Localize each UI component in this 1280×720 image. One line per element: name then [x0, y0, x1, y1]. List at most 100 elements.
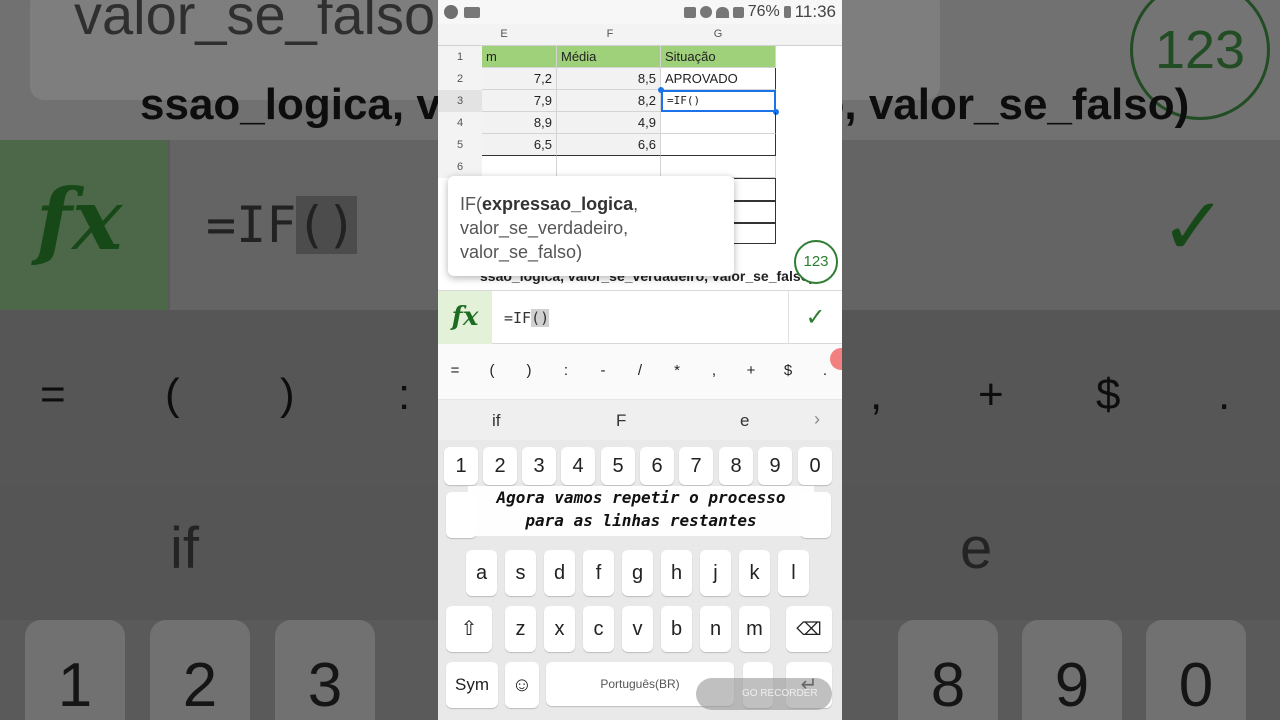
- key-g[interactable]: g: [622, 550, 653, 596]
- row-number[interactable]: 1: [438, 46, 482, 68]
- cell-e2[interactable]: 7,2: [482, 68, 557, 90]
- key-k[interactable]: k: [739, 550, 770, 596]
- suggestion[interactable]: e: [740, 411, 749, 431]
- key-l[interactable]: l: [778, 550, 809, 596]
- battery-percent: 76%: [747, 3, 780, 20]
- table-line: [734, 200, 776, 202]
- caption-line-1: Agora vamos repetir o processo: [496, 488, 786, 507]
- cell-e5[interactable]: 6,5: [482, 134, 557, 156]
- column-header-e[interactable]: E: [494, 28, 514, 40]
- row-number[interactable]: 3: [438, 90, 482, 112]
- cell-g4[interactable]: [661, 112, 776, 134]
- cell-e3[interactable]: 7,9: [482, 90, 557, 112]
- cell-f4[interactable]: 4,9: [557, 112, 661, 134]
- key-b[interactable]: b: [661, 606, 692, 652]
- suggestion[interactable]: F: [616, 411, 626, 431]
- key-x[interactable]: x: [544, 606, 575, 652]
- key-8[interactable]: 8: [719, 447, 753, 485]
- key-9[interactable]: 9: [758, 447, 792, 485]
- row-number[interactable]: 2: [438, 68, 482, 90]
- key-1[interactable]: 1: [444, 447, 478, 485]
- symbol-key-plus[interactable]: +: [739, 362, 763, 379]
- formula-input[interactable]: =IF(): [504, 309, 550, 327]
- tooltip-arg2: valor_se_verdadeiro,: [460, 218, 629, 238]
- row-number[interactable]: 5: [438, 134, 482, 156]
- number-badge[interactable]: 123: [794, 240, 838, 284]
- row-number[interactable]: 4: [438, 112, 482, 134]
- key-5[interactable]: 5: [601, 447, 635, 485]
- emoji-icon[interactable]: ☺: [505, 662, 539, 708]
- column-header-f[interactable]: F: [598, 28, 622, 40]
- alarm-icon: [699, 6, 712, 18]
- key-c[interactable]: c: [583, 606, 614, 652]
- signal-icon: [732, 6, 744, 18]
- cell-e1[interactable]: m: [482, 46, 557, 68]
- key-d[interactable]: d: [544, 550, 575, 596]
- key-n[interactable]: n: [700, 606, 731, 652]
- key-v[interactable]: v: [622, 606, 653, 652]
- cell-e4[interactable]: 8,9: [482, 112, 557, 134]
- video-caption: Agora vamos repetir o processo para as l…: [468, 486, 814, 536]
- cast-icon: [683, 6, 696, 18]
- cell-f3[interactable]: 8,2: [557, 90, 661, 112]
- confirm-check-icon[interactable]: ✓: [788, 291, 842, 345]
- key-7[interactable]: 7: [679, 447, 713, 485]
- cell-g1[interactable]: Situação: [661, 46, 776, 68]
- cell-f1[interactable]: Média: [557, 46, 661, 68]
- suggestion-row: if F e ›: [438, 400, 842, 440]
- column-header-g[interactable]: G: [708, 28, 728, 40]
- key-m[interactable]: m: [739, 606, 770, 652]
- recorder-watermark: GO RECORDER: [696, 678, 832, 710]
- status-right: 76% 11:36: [683, 2, 842, 22]
- function-help-tooltip: IF(expressao_logica, valor_se_verdadeiro…: [448, 176, 734, 276]
- key-3[interactable]: 3: [522, 447, 556, 485]
- suggestion[interactable]: if: [492, 411, 501, 431]
- key-6[interactable]: 6: [640, 447, 674, 485]
- formula-bar: fx =IF() ✓: [438, 290, 842, 345]
- spotify-icon: [444, 5, 458, 19]
- chevron-right-icon[interactable]: ›: [814, 409, 820, 430]
- symbol-key-comma[interactable]: ,: [702, 362, 726, 379]
- fx-icon[interactable]: fx: [438, 291, 492, 345]
- key-2[interactable]: 2: [483, 447, 517, 485]
- cell-e6[interactable]: [482, 156, 557, 178]
- key-4[interactable]: 4: [561, 447, 595, 485]
- symbol-key-close-paren[interactable]: ): [517, 362, 541, 379]
- cell-g2[interactable]: APROVADO: [661, 68, 776, 90]
- battery-icon: [783, 6, 791, 18]
- status-left: [438, 5, 480, 19]
- key-0[interactable]: 0: [798, 447, 832, 485]
- cell-f2[interactable]: 8,5: [557, 68, 661, 90]
- row-number[interactable]: 6: [438, 156, 482, 178]
- clock: 11:36: [794, 2, 836, 21]
- symbol-key-dollar[interactable]: $: [776, 362, 800, 379]
- key-f[interactable]: f: [583, 550, 614, 596]
- cell-f6[interactable]: [557, 156, 661, 178]
- phone-screen: 76% 11:36 E F G 1 m Média Situação 2 7,2…: [438, 0, 842, 720]
- shift-key-icon[interactable]: ⇧: [446, 606, 492, 652]
- key-h[interactable]: h: [661, 550, 692, 596]
- key-z[interactable]: z: [505, 606, 536, 652]
- symbol-key-minus[interactable]: -: [591, 362, 615, 379]
- cell-f5[interactable]: 6,6: [557, 134, 661, 156]
- symbol-key-colon[interactable]: :: [554, 362, 578, 379]
- key-a[interactable]: a: [466, 550, 497, 596]
- formula-prefix: =IF: [504, 309, 532, 327]
- cell-g5[interactable]: [661, 134, 776, 156]
- column-header-row: E F G: [438, 24, 842, 46]
- tooltip-arg3: valor_se_falso): [460, 242, 583, 262]
- symbol-key-slash[interactable]: /: [628, 362, 652, 379]
- symbol-key-equals[interactable]: =: [443, 362, 467, 379]
- backspace-icon[interactable]: ⌫: [786, 606, 832, 652]
- cell-g6[interactable]: [661, 156, 776, 178]
- key-s[interactable]: s: [505, 550, 536, 596]
- selection-handle-top[interactable]: [658, 87, 664, 93]
- tooltip-comma: ,: [633, 194, 639, 214]
- symbol-key-open-paren[interactable]: (: [480, 362, 504, 379]
- cell-g3-selected[interactable]: =IF(): [661, 90, 776, 112]
- key-j[interactable]: j: [700, 550, 731, 596]
- symbol-key-asterisk[interactable]: *: [665, 362, 689, 379]
- tooltip-func: IF(: [460, 194, 482, 214]
- table-fragment: [734, 178, 776, 244]
- sym-key[interactable]: Sym: [446, 662, 498, 708]
